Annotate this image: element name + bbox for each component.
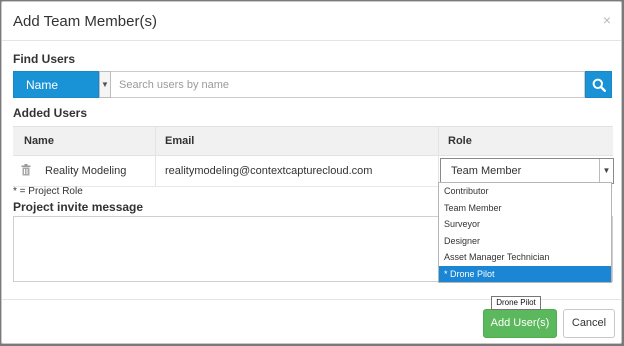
column-header-name: Name [24, 135, 54, 147]
column-header-role: Role [448, 135, 472, 147]
search-by-select[interactable]: Name [13, 71, 99, 98]
role-option-contributor[interactable]: Contributor [439, 183, 611, 200]
project-role-footnote: * = Project Role [13, 186, 83, 197]
column-header-email: Email [165, 135, 195, 147]
role-select[interactable]: Team Member ▼ [440, 158, 614, 184]
added-users-table: Name Email Role Reality Modeling reality… [13, 126, 614, 187]
cancel-button[interactable]: Cancel [563, 309, 615, 338]
user-name-cell: Reality Modeling [45, 165, 127, 177]
role-option-team-member[interactable]: Team Member [439, 200, 611, 217]
table-header: Name Email Role [13, 127, 613, 156]
invite-message-label: Project invite message [13, 200, 144, 214]
role-option-drone-pilot[interactable]: * Drone Pilot [439, 265, 611, 282]
role-option-asset-manager-technician[interactable]: Asset Manager Technician [439, 249, 611, 266]
find-users-label: Find Users [13, 52, 76, 66]
user-search-bar: Name ▼ [13, 71, 613, 98]
role-dropdown-list: Contributor Team Member Surveyor Designe… [438, 182, 612, 283]
role-option-designer[interactable]: Designer [439, 233, 611, 250]
search-button[interactable] [585, 71, 612, 98]
option-tooltip: Drone Pilot [491, 296, 541, 310]
chevron-down-icon[interactable]: ▼ [599, 159, 613, 183]
search-icon [592, 78, 606, 92]
chevron-down-icon[interactable]: ▼ [99, 71, 111, 98]
dialog-header: Add Team Member(s) × [2, 2, 621, 41]
add-users-button[interactable]: Add User(s) [483, 309, 557, 338]
role-option-surveyor[interactable]: Surveyor [439, 216, 611, 233]
add-team-member-dialog: Add Team Member(s) × Find Users Name ▼ A… [1, 1, 622, 344]
search-by-value: Name [26, 78, 59, 92]
user-email-cell: realitymodeling@contextcapturecloud.com [165, 165, 373, 177]
search-input[interactable] [111, 71, 585, 98]
close-icon[interactable]: × [603, 12, 611, 28]
trash-icon[interactable] [21, 164, 31, 179]
role-select-value: Team Member [451, 165, 522, 177]
dialog-title: Add Team Member(s) [13, 13, 157, 30]
added-users-label: Added Users [13, 106, 88, 120]
